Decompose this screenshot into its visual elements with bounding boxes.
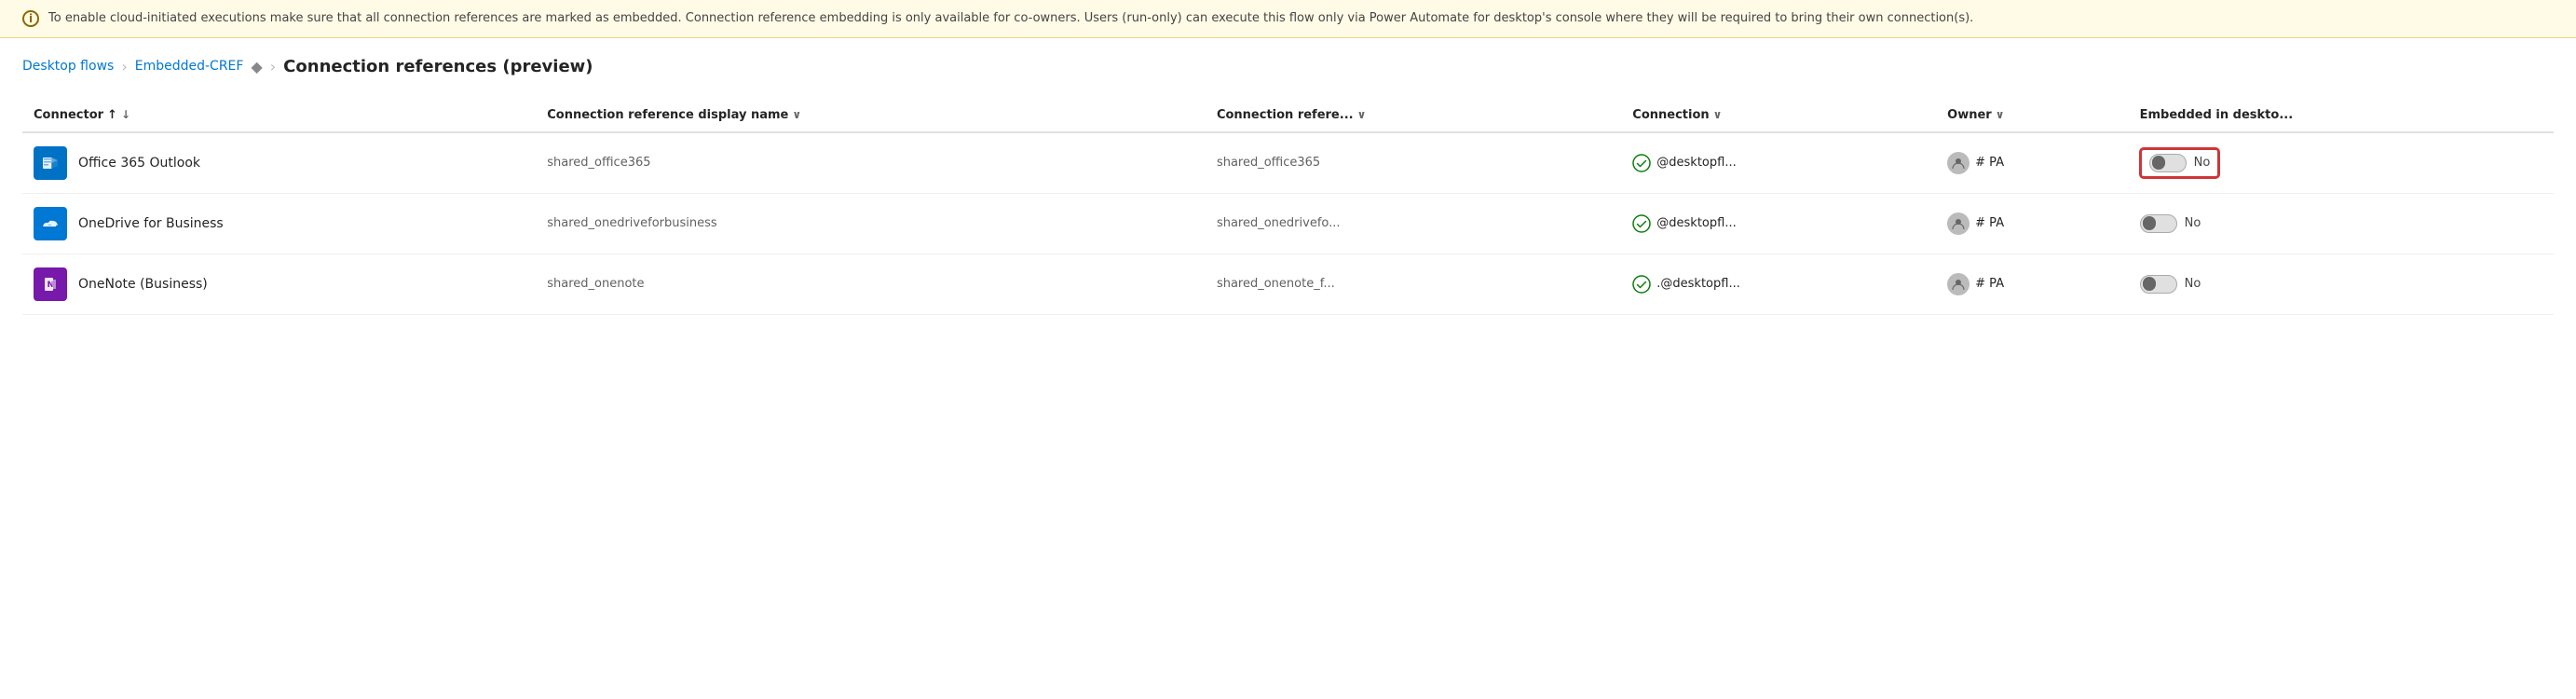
connection-cell-0: @desktopfl... — [1632, 154, 1925, 172]
breadcrumb-embedded-cref[interactable]: Embedded-CREF — [135, 59, 244, 74]
connection-references-table: Connector ↑ ↓ Connection reference displ… — [0, 84, 2576, 330]
breadcrumb-desktop-flows[interactable]: Desktop flows — [22, 59, 114, 74]
connection-ref-display-1: shared_onedriveforbusiness — [547, 216, 716, 230]
col-header-embedded: Embedded in deskto... — [2129, 99, 2554, 132]
col-header-connector[interactable]: Connector ↑ ↓ — [22, 99, 536, 132]
table-header-row: Connector ↑ ↓ Connection reference displ… — [22, 99, 2554, 132]
table-row: OneDrive for Business shared_onedrivefor… — [22, 193, 2554, 254]
banner-text: To enable cloud-initiated executions mak… — [48, 9, 1973, 28]
check-icon-0 — [1632, 154, 1651, 172]
connector-cell-1: OneDrive for Business — [34, 207, 525, 240]
sort-up-icon: ↑ — [107, 108, 117, 122]
info-banner: i To enable cloud-initiated executions m… — [0, 0, 2576, 38]
col-header-display-name[interactable]: Connection reference display name ∨ — [536, 99, 1206, 132]
table-row: N OneNote (Business) shared_onenote share… — [22, 254, 2554, 314]
connection-ref-0: shared_office365 — [1217, 156, 1320, 170]
avatar-1 — [1947, 212, 1969, 235]
embedded-cell-0: No — [2140, 148, 2220, 178]
owner-text-2: # PA — [1975, 277, 2004, 291]
connection-ref-display-2: shared_onenote — [547, 277, 644, 291]
embedded-cell-2: No — [2140, 275, 2542, 294]
embedded-toggle-0[interactable] — [2149, 154, 2187, 172]
breadcrumb-sep-2: › — [270, 58, 276, 75]
breadcrumb-sep-1: › — [121, 58, 127, 75]
embedded-label-2: No — [2185, 277, 2201, 291]
connection-cell-1: @desktopfl... — [1632, 214, 1925, 233]
connection-text-0: @desktopfl... — [1656, 156, 1736, 170]
avatar-0 — [1947, 152, 1969, 174]
col-header-connection[interactable]: Connection ∨ — [1621, 99, 1936, 132]
embedded-cell-1: No — [2140, 214, 2542, 233]
connector-name-0: Office 365 Outlook — [78, 156, 200, 171]
connection-ref-display-0: shared_office365 — [547, 156, 650, 170]
embedded-toggle-1[interactable] — [2140, 214, 2177, 233]
connection-cell-2: .@desktopfl... — [1632, 275, 1925, 294]
connection-ref-1: shared_onedrivefo... — [1217, 216, 1341, 230]
col-header-owner[interactable]: Owner ∨ — [1936, 99, 2128, 132]
embedded-label-1: No — [2185, 216, 2201, 230]
embedded-label-0: No — [2194, 156, 2211, 170]
onenote-icon: N — [34, 267, 67, 301]
info-icon: i — [22, 10, 39, 27]
owner-text-0: # PA — [1975, 156, 2004, 170]
connection-text-1: @desktopfl... — [1656, 216, 1736, 230]
outlook-icon — [34, 146, 67, 180]
sort-down-icon: ↓ — [121, 108, 130, 121]
owner-text-1: # PA — [1975, 216, 2004, 230]
owner-cell-1: # PA — [1947, 212, 2117, 235]
page-title: Connection references (preview) — [283, 57, 593, 76]
embedded-toggle-2[interactable] — [2140, 275, 2177, 294]
col-header-connection-ref[interactable]: Connection refere... ∨ — [1206, 99, 1621, 132]
connector-cell-0: Office 365 Outlook — [34, 146, 525, 180]
connector-name-1: OneDrive for Business — [78, 216, 224, 231]
chevron-ref-icon: ∨ — [1357, 108, 1367, 121]
check-icon-1 — [1632, 214, 1651, 233]
avatar-2 — [1947, 273, 1969, 295]
onedrive-icon — [34, 207, 67, 240]
table-row: Office 365 Outlook shared_office365 share… — [22, 132, 2554, 194]
breadcrumb: Desktop flows › Embedded-CREF ◆ › Connec… — [0, 38, 2576, 84]
owner-cell-2: # PA — [1947, 273, 2117, 295]
breadcrumb-diamond-icon: ◆ — [251, 58, 262, 75]
connector-name-2: OneNote (Business) — [78, 277, 208, 292]
chevron-owner-icon: ∨ — [1996, 108, 2005, 121]
check-icon-2 — [1632, 275, 1651, 294]
owner-cell-0: # PA — [1947, 152, 2117, 174]
connection-ref-2: shared_onenote_f... — [1217, 277, 1335, 291]
connector-cell-2: N OneNote (Business) — [34, 267, 525, 301]
chevron-connection-icon: ∨ — [1713, 108, 1723, 121]
connection-text-2: .@desktopfl... — [1656, 277, 1740, 291]
chevron-display-name-icon: ∨ — [792, 108, 801, 121]
